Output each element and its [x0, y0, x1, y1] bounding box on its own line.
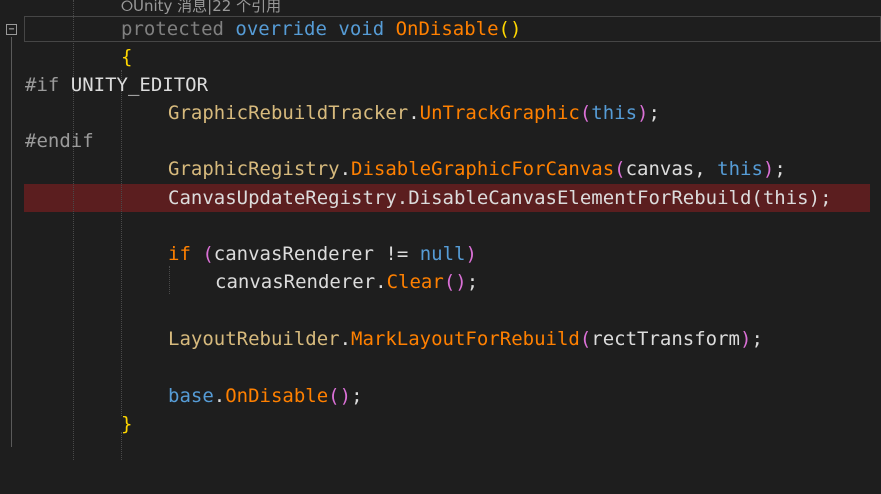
token-paren: (: [579, 102, 592, 124]
token-method: Clear: [386, 271, 444, 293]
token-method: UnTrackGraphic: [419, 102, 580, 124]
token-symbol: UNITY_EDITOR: [70, 74, 209, 96]
token-punct: .: [396, 187, 409, 209]
code-line-3: #if UNITY_EDITOR: [0, 71, 881, 99]
code-line-9: canvasRenderer.Clear();: [0, 268, 881, 296]
token-paren: ): [762, 158, 775, 180]
token-keyword: this: [591, 102, 638, 124]
token-punct: ;: [351, 385, 363, 407]
token-keyword: override: [235, 18, 327, 40]
code-line-10: LayoutRebuilder.MarkLayoutForRebuild(rec…: [0, 325, 881, 353]
token-paren: (): [498, 18, 522, 40]
token-class: CanvasUpdateRegistry: [168, 187, 397, 209]
code-editor[interactable]: − ⭘Unity 消息|22 个引用 protected override vo…: [0, 0, 881, 460]
token-preprocessor: #endif: [25, 130, 94, 152]
token-keyword: if: [168, 243, 191, 265]
token-punct: .: [408, 102, 420, 124]
token-identifier: rectTransform: [591, 328, 740, 350]
token-identifier: canvas: [625, 158, 695, 180]
token-paren: ): [465, 243, 477, 265]
code-line-4: GraphicRebuildTracker.UnTrackGraphic(thi…: [0, 99, 881, 127]
token-keyword: this: [762, 187, 809, 209]
token-keyword: this: [717, 158, 763, 180]
token-punct: .: [375, 271, 387, 293]
token-punct: .: [339, 158, 352, 180]
code-line-1: protected override void OnDisable(): [0, 15, 881, 43]
token-paren: (: [614, 158, 626, 180]
code-line-11: base.OnDisable();: [0, 382, 881, 410]
token-keyword: protected: [121, 18, 224, 40]
token-method: OnDisable: [395, 18, 499, 40]
token-brace: {: [121, 46, 133, 68]
token-method: OnDisable: [225, 385, 329, 407]
token-paren: (: [751, 187, 763, 209]
token-keyword: base: [168, 385, 214, 407]
token-keyword: null: [419, 243, 466, 265]
token-preprocessor: #if: [25, 74, 60, 96]
token-punct: ;: [774, 158, 786, 180]
token-paren: (): [328, 385, 352, 407]
token-brace: }: [121, 413, 133, 435]
token-punct: ;: [751, 328, 763, 350]
token-paren: (): [443, 271, 467, 293]
token-paren: ): [808, 187, 821, 209]
token-class: LayoutRebuilder: [168, 328, 340, 350]
token-class: GraphicRegistry: [168, 158, 340, 180]
token-punct: ,: [694, 158, 718, 180]
token-punct: .: [339, 328, 352, 350]
code-line-6: GraphicRegistry.DisableGraphicForCanvas(…: [0, 155, 881, 183]
token-operator: !=: [373, 243, 420, 265]
code-line-8: if (canvasRenderer != null): [0, 240, 881, 268]
token-punct: ;: [466, 271, 479, 293]
token-punct: .: [213, 385, 226, 407]
token-paren: ): [740, 328, 752, 350]
token-paren: ): [637, 102, 649, 124]
token-method: DisableGraphicForCanvas: [351, 158, 615, 180]
token-punct: ;: [648, 102, 660, 124]
token-method: MarkLayoutForRebuild: [351, 328, 580, 350]
token-paren: (: [190, 243, 214, 265]
code-line-12: }: [0, 410, 881, 438]
token-keyword: void: [338, 18, 385, 40]
token-method: DisableCanvasElementForRebuild: [408, 187, 752, 209]
code-line-5: #endif: [0, 127, 881, 155]
token-identifier: canvasRenderer: [213, 243, 374, 265]
token-paren: (: [579, 328, 592, 350]
code-line-2: {: [0, 43, 881, 71]
token-identifier: canvasRenderer: [215, 271, 376, 293]
code-line-7: CanvasUpdateRegistry.DisableCanvasElemen…: [0, 184, 881, 212]
token-class: GraphicRebuildTracker: [168, 102, 409, 124]
token-punct: ;: [820, 187, 832, 209]
